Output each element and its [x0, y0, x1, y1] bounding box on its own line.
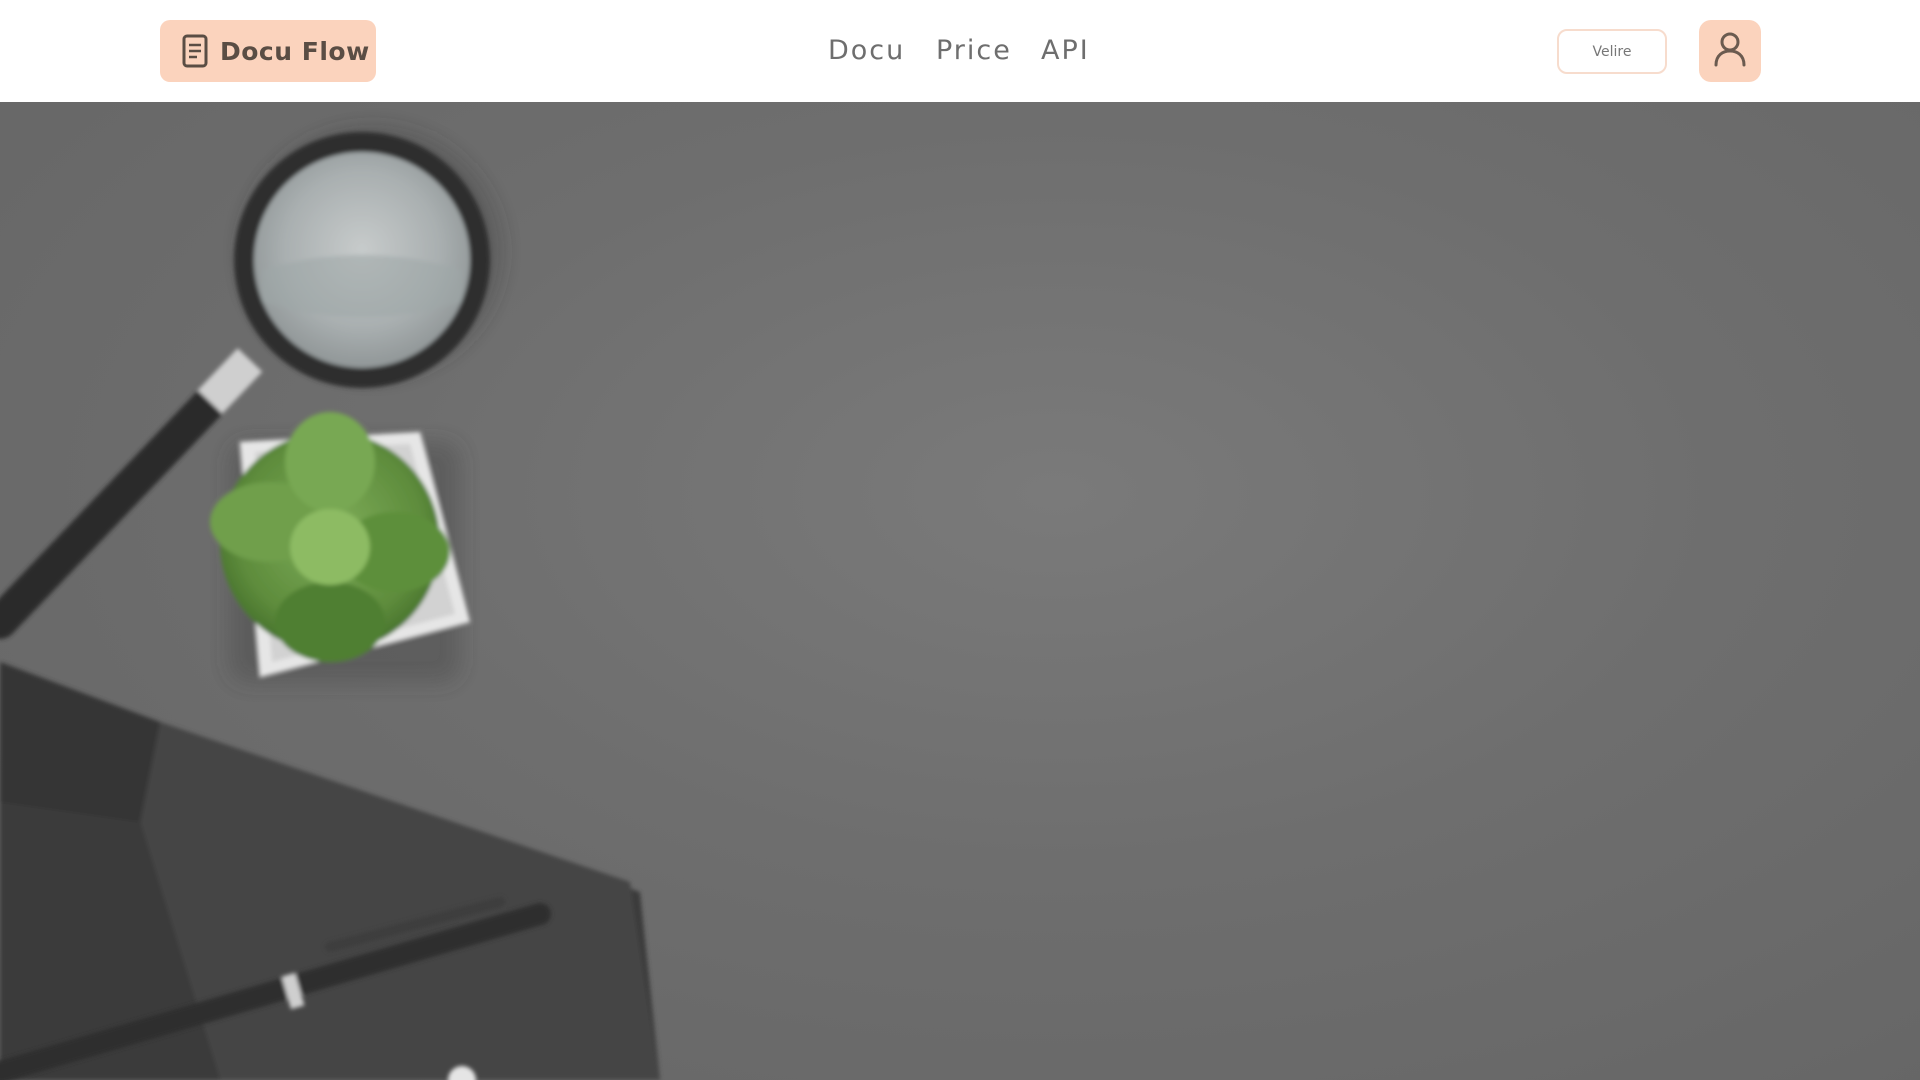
hero-banner	[0, 102, 1920, 1080]
document-icon	[182, 34, 208, 68]
nav-link-docu[interactable]: Docu	[828, 35, 905, 66]
top-header: Docu Flow Docu Price API Velire	[0, 0, 1920, 102]
nav-link-api[interactable]: API	[1041, 35, 1090, 66]
desk-flatlay-image	[0, 127, 660, 1080]
header-action-button[interactable]: Velire	[1557, 29, 1667, 74]
nav-link-price[interactable]: Price	[936, 35, 1012, 66]
leather-notebook	[0, 662, 660, 1080]
brand-logo-button[interactable]: Docu Flow	[160, 20, 376, 82]
user-account-button[interactable]	[1699, 20, 1761, 82]
user-icon	[1713, 31, 1747, 72]
brand-name: Docu Flow	[220, 36, 370, 66]
succulent-plant	[210, 412, 470, 682]
